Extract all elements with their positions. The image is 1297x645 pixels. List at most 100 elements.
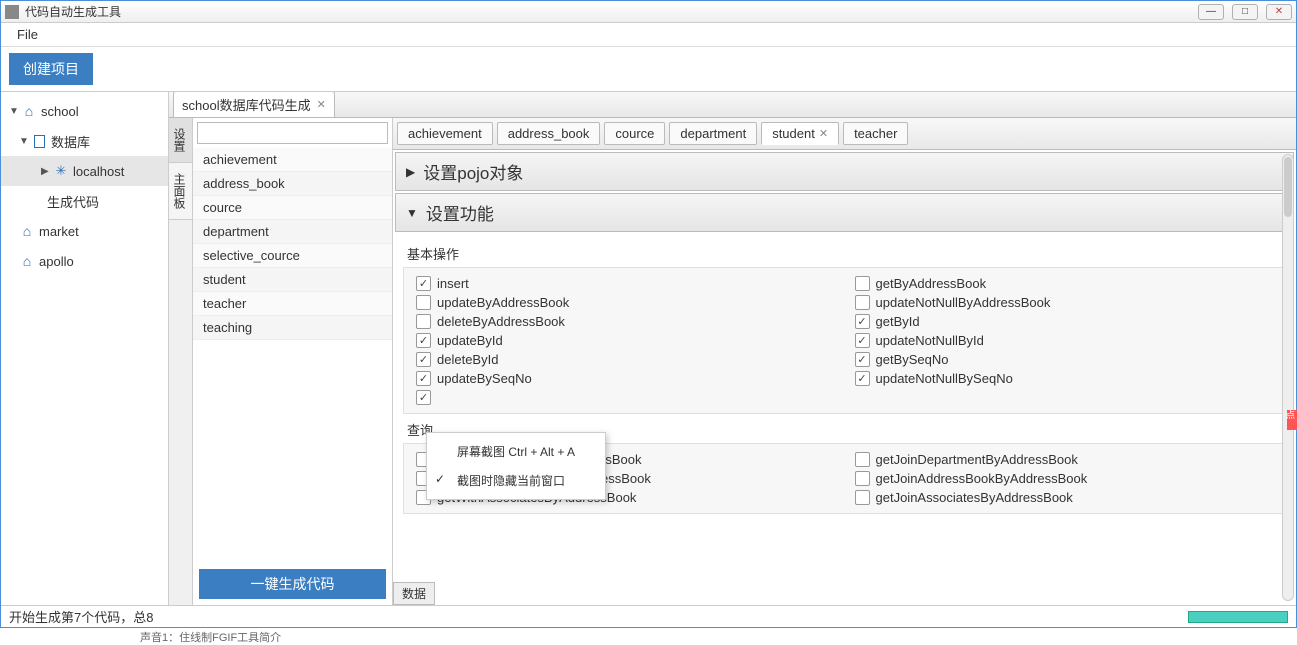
op-item[interactable]: updateById [416,333,835,348]
close-button[interactable]: ✕ [1266,4,1292,20]
minimize-button[interactable]: — [1198,4,1224,20]
expand-arrow-icon[interactable]: ▼ [19,136,31,147]
checkbox[interactable] [855,352,870,367]
op-item[interactable]: insert [416,276,835,291]
file-tab[interactable]: school数据库代码生成 ✕ [173,92,335,117]
vertical-tabs: 设置 主面板 [169,118,193,605]
tree-item-gencode[interactable]: 生成代码 [1,186,168,216]
list-item[interactable]: selective_cource [193,244,392,268]
tree-label: 数据库 [51,132,90,151]
tree-item-apollo[interactable]: ⌂ apollo [1,246,168,276]
toolbar: 创建项目 [1,47,1296,91]
entity-tab[interactable]: cource [604,122,665,145]
menu-file[interactable]: File [9,25,46,44]
op-item[interactable]: getJoinAddressBookByAddressBook [855,471,1274,486]
editor-body: 设置 主面板 achievement address_book cource d… [169,118,1296,605]
tree-item-market[interactable]: ⌂ market [1,216,168,246]
ctx-screenshot[interactable]: 屏幕截图 Ctrl + Alt + A [427,437,605,466]
checkbox[interactable] [416,352,431,367]
vtab-settings[interactable]: 设置 [169,118,192,163]
op-item[interactable]: deleteByAddressBook [416,314,835,329]
accordion-header-pojo[interactable]: ▶ 设置pojo对象 [395,152,1294,191]
tree-item-school[interactable]: ▼ ⌂ school [1,96,168,126]
checkbox[interactable] [416,371,431,386]
app-icon [5,5,19,19]
scroll-thumb[interactable] [1284,157,1292,217]
menubar: File [1,23,1296,47]
checkbox[interactable] [855,333,870,348]
checkbox[interactable] [416,333,431,348]
bluetooth-icon: ✳ [53,163,69,179]
check-icon: ✓ [435,472,445,486]
op-item[interactable]: getBySeqNo [855,352,1274,367]
op-item[interactable]: getJoinDepartmentByAddressBook [855,452,1274,467]
op-item[interactable]: getById [855,314,1274,329]
context-menu: 屏幕截图 Ctrl + Alt + A ✓ 截图时隐藏当前窗口 [426,432,606,500]
entity-tab[interactable]: address_book [497,122,601,145]
op-item[interactable] [416,390,835,405]
list-item[interactable]: department [193,220,392,244]
op-item[interactable]: deleteById [416,352,835,367]
list-item[interactable]: teacher [193,292,392,316]
close-icon[interactable]: ✕ [819,127,828,140]
op-item[interactable]: getByAddressBook [855,276,1274,291]
op-item[interactable]: getJoinAssociatesByAddressBook [855,490,1274,505]
entity-tab[interactable]: achievement [397,122,493,145]
op-item[interactable]: updateBySeqNo [416,371,835,386]
chevron-down-icon: ▼ [406,206,418,220]
maximize-button[interactable]: □ [1232,4,1258,20]
checkbox[interactable] [416,390,431,405]
tree-label: school [41,104,79,119]
content-area: school数据库代码生成 ✕ 设置 主面板 achievement addre… [169,92,1296,605]
create-project-button[interactable]: 创建项目 [9,53,93,85]
checkbox[interactable] [855,276,870,291]
checkbox[interactable] [416,276,431,291]
checkbox[interactable] [855,371,870,386]
checkbox[interactable] [855,452,870,467]
project-tree: ▼ ⌂ school ▼ 数据库 ▶ ✳ localhost 生成代码 ⌂ ma… [1,92,169,605]
checkbox[interactable] [855,295,870,310]
vtab-main-panel[interactable]: 主面板 [169,163,192,220]
close-icon[interactable]: ✕ [317,98,326,111]
table-list: achievement address_book cource departme… [193,148,392,563]
accordion-header-func[interactable]: ▼ 设置功能 [395,193,1294,232]
tree-label: localhost [73,164,124,179]
table-list-panel: achievement address_book cource departme… [193,118,393,605]
checkbox[interactable] [855,471,870,486]
ctx-hide-window[interactable]: ✓ 截图时隐藏当前窗口 [427,466,605,495]
op-item [855,390,1274,405]
list-item[interactable]: achievement [193,148,392,172]
entity-tab[interactable]: teacher [843,122,908,145]
expand-arrow-icon[interactable]: ▼ [9,106,21,117]
op-item[interactable]: updateNotNullBySeqNo [855,371,1274,386]
list-item[interactable]: cource [193,196,392,220]
accordion: ▶ 设置pojo对象 ▼ 设置功能 基本操作 insert getByAddre… [393,150,1296,605]
op-item[interactable]: updateByAddressBook [416,295,835,310]
entity-tab[interactable]: department [669,122,757,145]
tree-item-localhost[interactable]: ▶ ✳ localhost [1,156,168,186]
database-icon [31,133,47,149]
tree-item-database[interactable]: ▼ 数据库 [1,126,168,156]
detail-panel: achievement address_book cource departme… [393,118,1296,605]
checkbox[interactable] [855,490,870,505]
bottom-tab-data[interactable]: 数据 [393,582,435,605]
tree-label: apollo [39,254,74,269]
list-item[interactable]: address_book [193,172,392,196]
checkbox[interactable] [855,314,870,329]
list-item[interactable]: student [193,268,392,292]
checkbox[interactable] [416,314,431,329]
side-tag[interactable]: 点 [1287,410,1297,430]
table-search-input[interactable] [197,122,388,144]
checkbox[interactable] [416,295,431,310]
acc-title: 设置功能 [426,200,494,225]
expand-arrow-icon[interactable]: ▶ [41,166,53,177]
entity-tab-active[interactable]: student✕ [761,122,839,145]
home-icon: ⌂ [19,253,35,269]
generate-code-button[interactable]: 一键生成代码 [199,569,386,599]
main-area: ▼ ⌂ school ▼ 数据库 ▶ ✳ localhost 生成代码 ⌂ ma… [1,91,1296,605]
op-item[interactable]: updateNotNullByAddressBook [855,295,1274,310]
list-item[interactable]: teaching [193,316,392,340]
vertical-scrollbar[interactable] [1282,154,1294,601]
titlebar: 代码自动生成工具 — □ ✕ [1,1,1296,23]
op-item[interactable]: updateNotNullById [855,333,1274,348]
